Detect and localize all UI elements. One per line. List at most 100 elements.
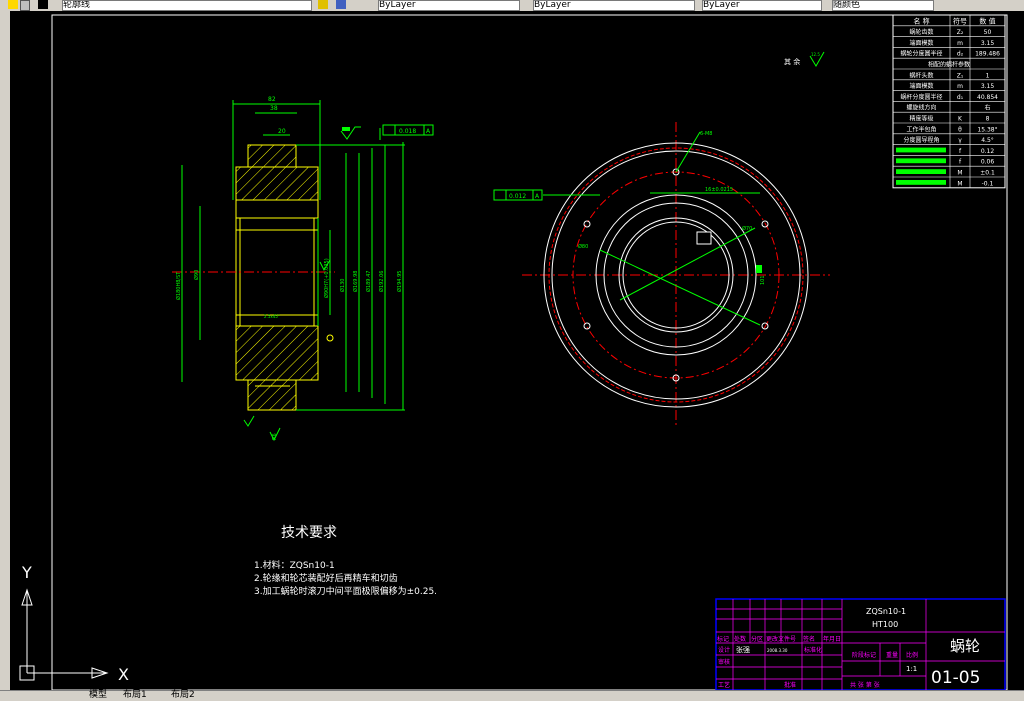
linetype-dropdown[interactable]: ByLayer [533,0,695,11]
param-table-cell: 蜗杆分度圆半径 [900,93,942,101]
param-table-cell: 3.15 [981,83,995,90]
param-table-cell: 3.15 [981,40,995,47]
layout-tabs-bar: 模型 布局1 布局2 [0,690,1024,701]
tb-material-2: HT100 [872,620,898,629]
ucs-icon: Y X [19,563,129,684]
lineweight-dropdown[interactable]: ByLayer [702,0,822,11]
param-table-cell: 名 称 [913,16,929,25]
param-table-cell: θ [958,126,962,133]
param-table-cell: 蜗轮齿数 [909,28,933,36]
param-table-cell: Z₁ [957,72,964,79]
tol-left-ref: A [535,193,540,200]
tol-top-value: 0.018 [399,128,416,135]
tech-line-1: 1.材料：ZQSn10-1 [254,559,335,571]
dim-20: 20 [278,128,286,135]
tb-part-code: 01-05 [931,668,980,688]
tb-approve-label: 批准 [784,681,796,689]
drawing-canvas[interactable]: 82 38 20 Ø180H8/ST Ø90 2.5x45° Ø90H7(+0.… [10,11,1024,690]
dim-mid-6: Ø194.95 [396,271,403,292]
param-table: 名 称 符号 数 值蜗轮齿数 Z₂ 50 端面模数 m 3.15 蜗轮分度圆半径 d₂ 189.48… [892,14,1006,189]
tb-label-4: 更改文件号 [766,635,796,643]
tb-part-name: 蜗轮 [950,637,980,655]
dim-left-1: Ø180H8/ST [175,271,182,300]
param-table-cell: 蜗轮分度圆半径 [900,50,942,58]
make-current-icon[interactable] [318,0,328,9]
dim-mid-1: Ø90H7(+0.035) [323,258,330,298]
param-table-cell: 189.486 [975,51,1000,58]
param-table-cell: f [959,159,962,166]
ucs-y-label: Y [21,563,32,582]
param-table-bar [896,147,946,153]
tab-layout2[interactable]: 布局2 [168,691,198,700]
param-table-cell: M [957,170,962,177]
param-table-bar [896,169,946,174]
dim-key-width: 16±0.0215 [705,187,733,193]
param-table-cell: 工作半包角 [906,125,936,133]
dim-chamfer: 2.5x45° [264,314,280,319]
tab-model[interactable]: 模型 [86,691,110,700]
param-table-cell: K [958,116,963,123]
tb-label-1: 标记 [717,635,729,643]
dim-82: 82 [268,96,276,103]
param-table-cell: 1 [986,72,990,79]
tech-line-2: 2.轮缘和轮芯装配好后再精车和切齿 [254,572,398,584]
tb-date: 2008.3.30 [767,648,788,653]
dim-bolt-circle: Ø80 [578,243,588,250]
tb-material: ZQSn10-1 [866,607,906,616]
layer-freeze-icon[interactable] [38,0,48,9]
param-table-cell: m [957,40,963,47]
param-table-cell: 4.5° [981,137,994,144]
dim-key-depth: 101 [760,275,766,285]
tab-layout1[interactable]: 布局1 [120,691,150,700]
param-table-cell: d₁ [957,94,964,101]
dim-mid-2: Ø130 [339,279,346,292]
rest-label: 其 余 [784,57,800,66]
dim-mid-3: Ø169.98 [352,271,359,292]
layer-lock-icon[interactable] [8,0,18,9]
tb-weight-label: 重量 [886,651,898,659]
drawing-frame [51,14,1008,690]
front-view: 6-M8 16±0.0215 Ø70 Ø80 101 0.012 A [493,122,830,428]
layer-dropdown[interactable]: 轮廓线 [62,0,312,11]
dim-left-2: Ø90 [193,270,200,280]
param-table-cell: 右 [984,104,990,112]
tol-left-value: 0.012 [509,193,526,200]
tech-title: 技术要求 [281,525,337,541]
tb-designer: 张强 [736,645,750,654]
tol-top-ref: A [426,128,431,135]
param-table-cell: 40.854 [977,94,998,101]
param-table-cell: 螺旋线方向 [906,104,936,112]
tb-stage-label: 阶段标记 [852,651,876,659]
param-table-cell: 0.12 [981,148,995,155]
param-table-cell: γ [958,137,962,144]
param-table-cell: 蜗杆头数 [909,71,933,79]
tb-scale: 1:1 [906,665,917,673]
layer-color-icon[interactable] [20,0,30,11]
param-table-cell: 精度等级 [909,115,933,123]
param-table-cell: 分度圆导程角 [903,136,939,144]
title-block: 标记 处数 分区 更改文件号 签名 年月日 设计 张强 2008.3.30 标准… [715,598,1006,690]
tb-std-label: 标准化 [804,646,822,654]
dim-mid-4: Ø189.47 [365,271,372,292]
param-table-cell: 相配的蜗杆参数 [928,61,970,69]
layer-previous-icon[interactable] [336,0,346,9]
tb-designer-label: 设计 [718,646,730,654]
param-table-cell: ±0.1 [980,170,995,177]
plotstyle-dropdown[interactable]: 随颜色 [832,0,934,11]
tb-check-label: 审核 [718,658,730,666]
tb-craft-label: 工艺 [718,681,730,689]
tb-label-5: 签名 [803,635,815,643]
param-table-cell: 端面模数 [909,39,933,47]
param-table-cell: f [959,148,962,155]
param-table-cell: 符号 [953,16,967,25]
dim-38: 38 [270,105,278,112]
rest-rough-value: 12.5 [811,52,820,57]
tb-label-2: 处数 [734,635,746,643]
tech-line-3: 3.加工蜗轮时滚刀中间平面极限偏移为±0.25. [254,585,437,597]
color-dropdown[interactable]: ByLayer [378,0,520,11]
param-table-bar [896,158,946,164]
param-table-cell: 端面模数 [909,82,933,90]
param-table-cell: M [957,180,962,187]
param-table-bar [896,180,946,185]
param-table-cell: m [957,83,963,90]
